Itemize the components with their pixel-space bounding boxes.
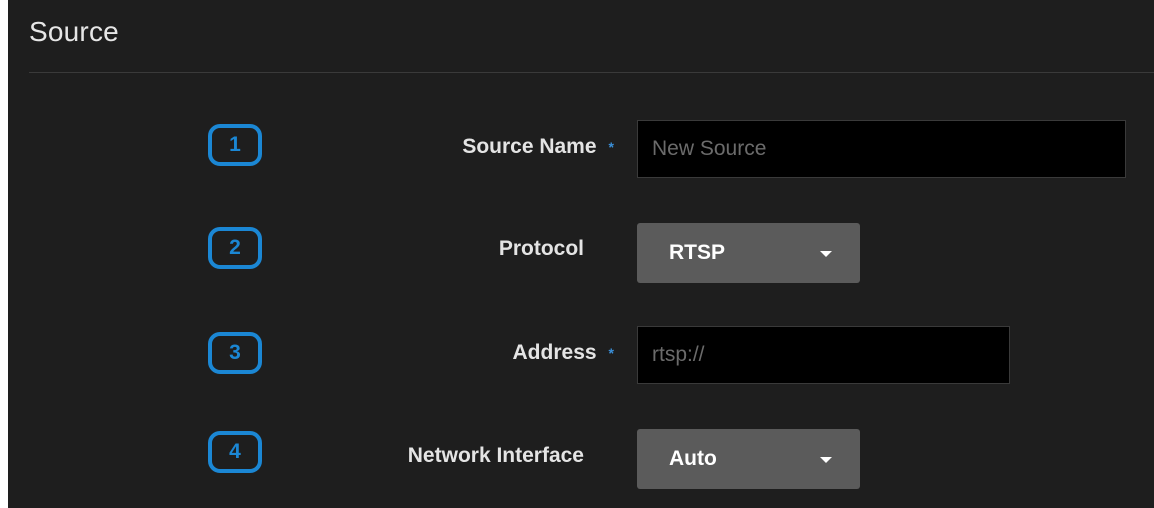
source-panel: Source 1 Source Name * 2 Protocol RTSP 3… <box>8 0 1154 508</box>
divider <box>29 72 1154 73</box>
form-row-source-name: 1 Source Name * <box>8 120 1154 184</box>
protocol-select[interactable]: RTSP <box>637 223 860 283</box>
step-badge-4: 4 <box>208 431 262 473</box>
network-interface-label-text: Network Interface <box>407 444 584 467</box>
source-name-input[interactable] <box>637 120 1126 178</box>
network-interface-select[interactable]: Auto <box>637 429 860 489</box>
form-row-address: 3 Address * <box>8 326 1154 390</box>
protocol-select-value: RTSP <box>669 241 726 264</box>
required-asterisk-icon: * <box>608 345 614 361</box>
step-badge-1: 1 <box>208 124 262 166</box>
address-label: Address * <box>513 338 614 368</box>
protocol-label: Protocol <box>499 234 584 264</box>
form-row-protocol: 2 Protocol RTSP <box>8 223 1154 287</box>
chevron-down-icon <box>820 251 832 257</box>
network-interface-label: Network Interface <box>408 441 584 471</box>
required-asterisk-icon: * <box>608 139 614 155</box>
step-badge-3: 3 <box>208 332 262 374</box>
panel-title: Source <box>29 16 119 47</box>
source-name-label: Source Name * <box>462 132 614 162</box>
address-input[interactable] <box>637 326 1010 384</box>
source-name-label-text: Source Name <box>462 135 597 158</box>
chevron-down-icon <box>820 457 832 463</box>
address-label-text: Address <box>512 341 597 364</box>
form-row-network-interface: 4 Network Interface Auto <box>8 429 1154 493</box>
step-badge-2: 2 <box>208 227 262 269</box>
protocol-label-text: Protocol <box>498 237 584 260</box>
network-interface-select-value: Auto <box>669 447 717 470</box>
